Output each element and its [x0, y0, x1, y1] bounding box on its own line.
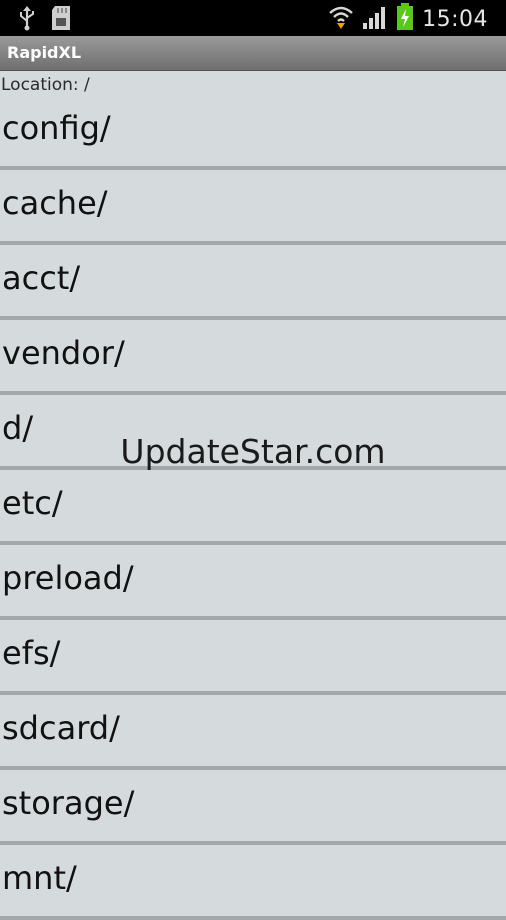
list-item[interactable]: efs/	[0, 620, 506, 695]
status-bar: 15:04	[0, 0, 506, 36]
list-item[interactable]: preload/	[0, 545, 506, 620]
list-item-label: etc/	[2, 484, 63, 522]
list-item-label: efs/	[2, 634, 61, 672]
list-item[interactable]: etc/	[0, 470, 506, 545]
sd-card-icon	[50, 5, 72, 35]
list-item[interactable]: acct/	[0, 245, 506, 320]
list-item-label: storage/	[2, 784, 135, 822]
list-item-label: sdcard/	[2, 709, 120, 747]
list-item-label: vendor/	[2, 334, 125, 372]
app-title-bar: RapidXL	[0, 36, 506, 71]
list-item[interactable]: cache/	[0, 170, 506, 245]
usb-icon	[18, 5, 36, 35]
clock: 15:04	[422, 6, 488, 32]
signal-icon	[362, 4, 388, 34]
list-item-label: preload/	[2, 559, 134, 597]
location-label: Location: /	[1, 75, 90, 95]
list-item[interactable]: sdcard/	[0, 695, 506, 770]
list-item[interactable]: storage/	[0, 770, 506, 845]
list-item-label: mnt/	[2, 859, 77, 897]
watermark: UpdateStar.com	[120, 432, 386, 471]
list-item[interactable]: mnt/	[0, 845, 506, 920]
list-item[interactable]: config/	[0, 95, 506, 170]
list-item[interactable]: vendor/	[0, 320, 506, 395]
battery-charging-icon	[396, 3, 414, 35]
wifi-icon	[328, 4, 354, 34]
app-title: RapidXL	[7, 43, 82, 62]
directory-list: config/ cache/ acct/ vendor/ d/ etc/ pre…	[0, 95, 506, 920]
list-item-label: cache/	[2, 184, 108, 222]
list-item-label: acct/	[2, 259, 81, 297]
list-item-label: config/	[2, 109, 111, 147]
